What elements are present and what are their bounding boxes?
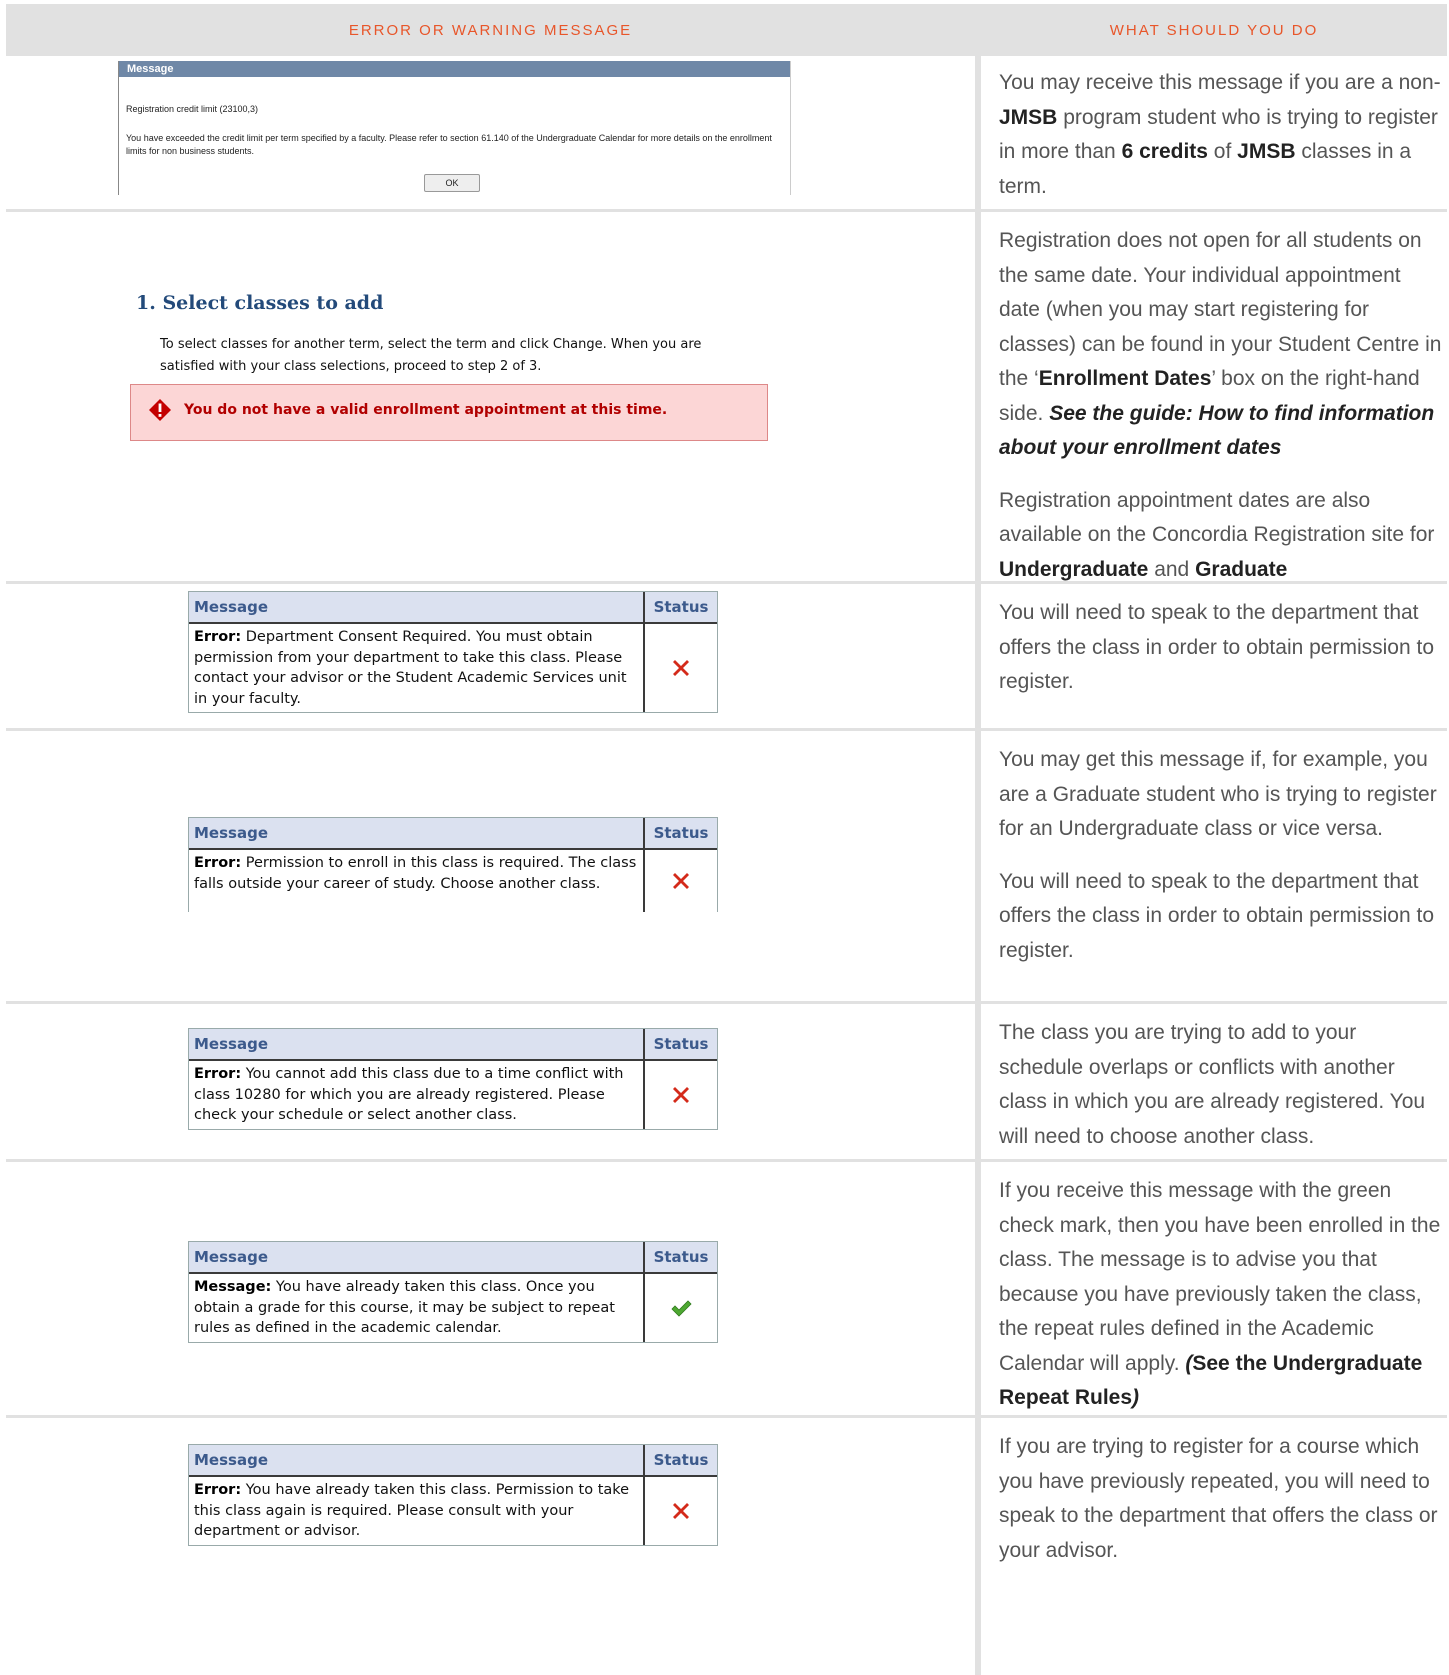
time-conflict-table: Message Status Error: You cannot add thi…: [188, 1028, 718, 1130]
error-message-cell: Error: Department Consent Required. You …: [189, 624, 645, 712]
column-divider: [975, 4, 981, 1675]
credit-limit-dialog: Message Registration credit limit (23100…: [118, 61, 791, 195]
row-divider: [6, 728, 1447, 731]
status-column-header: Status: [653, 1451, 709, 1469]
message-column-header: Message: [189, 592, 645, 622]
warning-diamond-icon: [149, 399, 171, 421]
status-cell: [645, 1477, 717, 1545]
dialog-credit-limit-description: You have exceeded the credit limit per t…: [126, 133, 772, 156]
row5-instructions: The class you are trying to add to your …: [999, 1021, 1426, 1148]
repeat-permission-table: Message Status Error: You have already t…: [188, 1444, 718, 1546]
select-classes-description: To select classes for another term, sele…: [160, 337, 702, 374]
department-consent-table: Message Status Error: Department Consent…: [188, 591, 718, 713]
row2-instructions: Registration does not open for all stude…: [999, 229, 1442, 581]
red-x-icon: [673, 873, 689, 889]
error-message-cell: Error: You cannot add this class due to …: [189, 1061, 645, 1129]
message-column-header: Message: [189, 818, 645, 848]
career-permission-table: Message Status Error: Permission to enro…: [188, 817, 718, 912]
info-message-cell: Message: You have already taken this cla…: [189, 1274, 645, 1342]
alert-text: You do not have a valid enrollment appoi…: [184, 402, 668, 418]
header-error-message: ERROR OR WARNING MESSAGE: [6, 4, 975, 56]
already-taken-message-table: Message Status Message: You have already…: [188, 1241, 718, 1343]
dialog-credit-limit-line: Registration credit limit (23100,3): [126, 104, 259, 114]
row-divider: [6, 1159, 1447, 1162]
header-right-label: WHAT SHOULD YOU DO: [1109, 21, 1319, 39]
row1-instructions: You may receive this message if you are …: [999, 71, 1441, 198]
ok-button[interactable]: OK: [424, 174, 480, 192]
red-x-icon: [673, 660, 689, 676]
enrollment-appointment-alert: You do not have a valid enrollment appoi…: [130, 384, 768, 441]
red-x-icon: [673, 1502, 689, 1519]
header-what-to-do: WHAT SHOULD YOU DO: [981, 4, 1447, 56]
error-message-cell: Error: You have already taken this class…: [189, 1477, 645, 1545]
status-column-header: Status: [653, 1248, 709, 1266]
red-x-icon: [673, 1086, 689, 1103]
status-cell: [645, 624, 717, 712]
row6-instructions: If you receive this message with the gre…: [999, 1179, 1441, 1409]
status-column-header: Status: [653, 824, 709, 842]
row4-instructions: You may get this message if, for example…: [999, 748, 1437, 962]
row7-instructions: If you are trying to register for a cour…: [999, 1435, 1438, 1562]
status-column-header: Status: [653, 598, 709, 616]
status-cell: [645, 850, 717, 912]
row-divider: [6, 1001, 1447, 1004]
row-divider: [6, 209, 1447, 212]
dialog-title: Message: [119, 61, 790, 77]
status-cell: [645, 1061, 717, 1129]
select-classes-heading: 1. Select classes to add: [136, 292, 384, 314]
status-column-header: Status: [653, 1035, 709, 1053]
message-column-header: Message: [189, 1445, 645, 1475]
error-message-cell: Error: Permission to enroll in this clas…: [189, 850, 645, 912]
row3-instructions: You will need to speak to the department…: [999, 601, 1435, 693]
status-cell: [645, 1274, 717, 1342]
message-column-header: Message: [189, 1029, 645, 1059]
header-left-label: ERROR OR WARNING MESSAGE: [348, 21, 633, 39]
green-check-icon: [671, 1300, 692, 1317]
message-column-header: Message: [189, 1242, 645, 1272]
